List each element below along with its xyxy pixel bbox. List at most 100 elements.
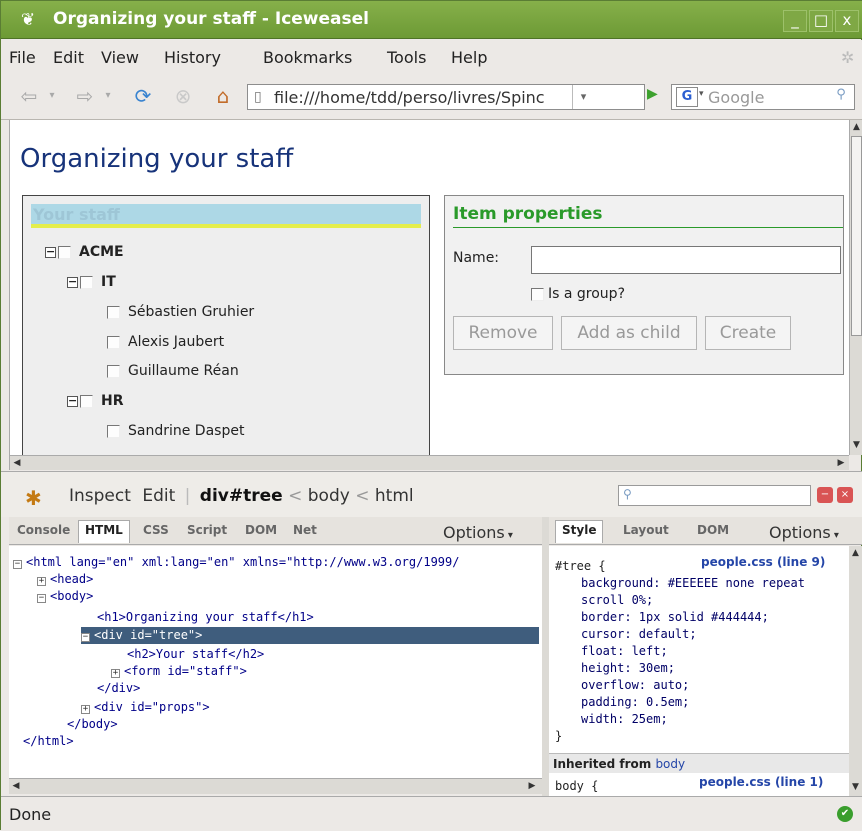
create-button[interactable]: Create	[705, 316, 791, 350]
panel-splitter[interactable]	[542, 517, 549, 796]
html-node-body-close[interactable]: </body>	[67, 716, 118, 733]
firebug-close-icon[interactable]: ×	[837, 487, 853, 503]
html-node-form[interactable]: + <form id="staff">	[111, 663, 247, 680]
html-node-div-close[interactable]: </div>	[97, 680, 140, 697]
back-icon[interactable]: ⇦	[15, 84, 43, 108]
item-checkbox[interactable]	[80, 394, 93, 408]
search-engine-icon[interactable]: G	[676, 87, 698, 107]
title-bar[interactable]: ❦ Organizing your staff - Iceweasel _ □ …	[1, 1, 862, 39]
menu-bookmarks[interactable]: Bookmarks	[263, 48, 352, 67]
page-vertical-scrollbar[interactable]: ▲ ▼	[849, 120, 862, 455]
tab-style[interactable]: Style	[555, 520, 604, 543]
collapse-icon[interactable]: −	[37, 594, 46, 603]
scroll-up-icon[interactable]: ▲	[850, 120, 862, 134]
expand-icon[interactable]: +	[111, 669, 120, 678]
maximize-button[interactable]: □	[809, 10, 833, 32]
is-group-option[interactable]: Is a group?	[531, 286, 625, 302]
css-rule[interactable]: background: #EEEEEE none repeat	[581, 575, 805, 592]
menu-tools[interactable]: Tools	[387, 48, 426, 67]
collapse-icon[interactable]: −	[45, 246, 56, 258]
tree-item-person[interactable]: Sandrine Daspet	[107, 421, 244, 441]
css-rule[interactable]: height: 30em;	[581, 660, 675, 677]
html-node-h1[interactable]: <h1>Organizing your staff</h1>	[97, 609, 314, 626]
scroll-right-icon[interactable]: ▶	[525, 779, 539, 793]
collapse-icon[interactable]: −	[67, 395, 78, 407]
is-group-checkbox[interactable]	[531, 287, 544, 301]
style-pane-vertical-scrollbar[interactable]: ▲ ▼	[849, 546, 862, 796]
expand-icon[interactable]: +	[81, 705, 90, 714]
menu-file[interactable]: File	[9, 48, 36, 67]
page-horizontal-scrollbar[interactable]: ◀ ▶	[9, 455, 849, 470]
search-icon[interactable]: ⚲	[830, 87, 852, 107]
css-rule[interactable]: width: 25em;	[581, 711, 668, 728]
firebug-status-check-icon[interactable]: ✔	[837, 806, 853, 822]
tab-html[interactable]: HTML	[78, 520, 130, 543]
css-source-link[interactable]: people.css (line 9)	[701, 554, 825, 571]
css-rule[interactable]: float: left;	[581, 643, 668, 660]
css-rule[interactable]: scroll 0%;	[581, 592, 653, 609]
scroll-down-icon[interactable]: ▼	[849, 780, 862, 794]
options-menu-left[interactable]: Options ▾	[443, 523, 513, 542]
item-checkbox[interactable]	[107, 424, 120, 438]
tree-item-person[interactable]: Guillaume Réan	[107, 361, 239, 381]
scroll-down-icon[interactable]: ▼	[850, 438, 862, 452]
tree-item-person[interactable]: Alexis Jaubert	[107, 332, 224, 352]
menu-edit[interactable]: Edit	[53, 48, 84, 67]
options-menu-right[interactable]: Options ▾	[769, 523, 839, 542]
html-node-div-tree-selected[interactable]: − <div id="tree">	[81, 627, 539, 644]
collapse-icon[interactable]: −	[13, 560, 22, 569]
forward-icon[interactable]: ⇨	[71, 84, 99, 108]
item-checkbox[interactable]	[58, 245, 71, 259]
html-node-html-close[interactable]: </html>	[23, 733, 74, 750]
back-history-icon[interactable]: ▾	[45, 84, 59, 108]
html-node-body[interactable]: − <body>	[37, 588, 93, 605]
close-button[interactable]: x	[835, 10, 859, 32]
firebug-icon[interactable]: ✱	[25, 486, 42, 510]
tree-item-it[interactable]: − IT	[67, 272, 116, 292]
tab-css[interactable]: CSS	[143, 523, 169, 537]
stop-icon[interactable]: ⊗	[171, 84, 195, 108]
css-rule[interactable]: border: 1px solid #444444;	[581, 609, 769, 626]
item-checkbox[interactable]	[107, 305, 120, 319]
staff-tree[interactable]: Your staff − ACME − IT Sébastien Gruhier A…	[22, 195, 430, 455]
tab-layout[interactable]: Layout	[623, 523, 669, 537]
html-node-html[interactable]: − <html lang="en" xml:lang="en" xmlns="ht…	[13, 554, 459, 571]
html-pane-horizontal-scrollbar[interactable]: ◀ ▶	[9, 778, 542, 794]
html-node-head[interactable]: + <head>	[37, 571, 93, 588]
css-rule[interactable]: cursor: default;	[581, 626, 697, 643]
tab-net[interactable]: Net	[293, 523, 317, 537]
item-checkbox[interactable]	[107, 364, 120, 378]
tab-console[interactable]: Console	[17, 523, 70, 537]
breadcrumb-current[interactable]: div#tree	[200, 486, 283, 506]
forward-history-icon[interactable]: ▾	[101, 84, 115, 108]
tab-dom[interactable]: DOM	[245, 523, 277, 537]
tree-item-acme[interactable]: − ACME	[45, 242, 124, 262]
menu-help[interactable]: Help	[451, 48, 487, 67]
tab-script[interactable]: Script	[187, 523, 227, 537]
scroll-left-icon[interactable]: ◀	[10, 456, 24, 470]
search-bar[interactable]: G ▾ Google ⚲	[671, 84, 855, 110]
search-placeholder[interactable]: Google	[708, 88, 764, 107]
collapse-icon[interactable]: −	[81, 633, 90, 642]
css-body-source-link[interactable]: people.css (line 1)	[699, 774, 823, 791]
collapse-icon[interactable]: −	[67, 276, 78, 288]
menu-history[interactable]: History	[164, 48, 221, 67]
tab-dom-side[interactable]: DOM	[697, 523, 729, 537]
add-as-child-button[interactable]: Add as child	[561, 316, 697, 350]
url-text[interactable]: file:///home/tdd/perso/livres/Spinc	[274, 88, 556, 107]
inspect-button[interactable]: Inspect	[69, 486, 131, 506]
remove-button[interactable]: Remove	[453, 316, 553, 350]
html-node-div-props[interactable]: + <div id="props">	[81, 699, 210, 716]
scroll-thumb[interactable]	[851, 136, 862, 336]
edit-button[interactable]: Edit	[142, 486, 175, 506]
css-rule[interactable]: overflow: auto;	[581, 677, 689, 694]
home-icon[interactable]: ⌂	[209, 84, 237, 108]
firebug-minimize-icon[interactable]: −	[817, 487, 833, 503]
scroll-up-icon[interactable]: ▲	[849, 546, 862, 560]
scroll-left-icon[interactable]: ◀	[9, 779, 23, 793]
css-rule[interactable]: padding: 0.5em;	[581, 694, 689, 711]
firebug-search-input[interactable]: ⚲	[618, 485, 811, 506]
url-bar[interactable]: ▯ file:///home/tdd/perso/livres/Spinc ▾	[247, 84, 645, 110]
html-node-h2[interactable]: <h2>Your staff</h2>	[127, 646, 264, 663]
name-input[interactable]	[531, 246, 841, 274]
